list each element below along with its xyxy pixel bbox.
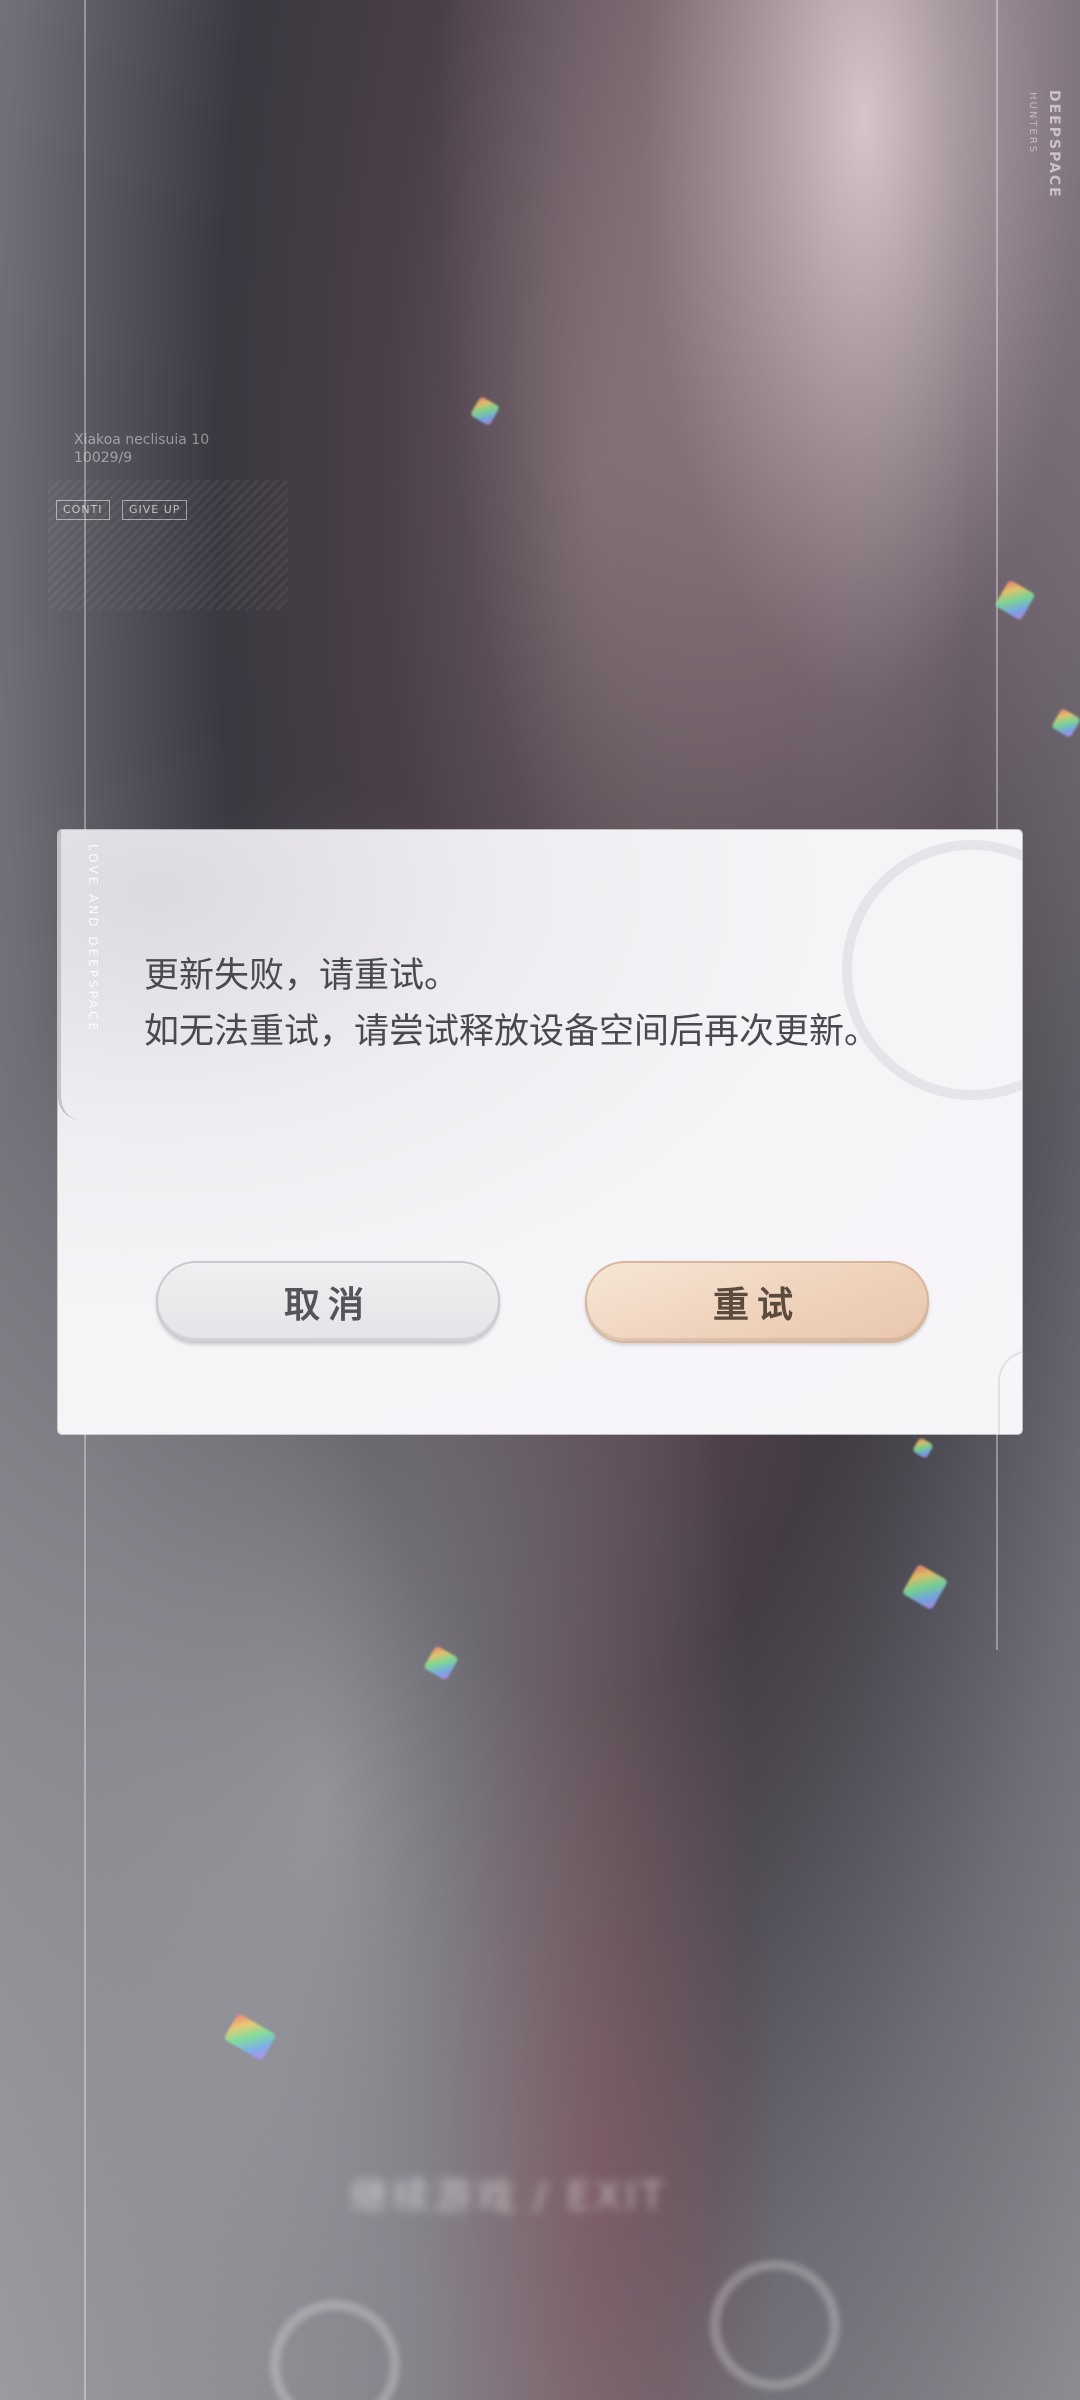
dialog-vertical-deco-text: LOVE AND DEEPSPACE: [86, 844, 100, 1034]
bottom-blurred-text: 继续游戏 / EXIT: [350, 2174, 668, 2218]
dialog-message: 更新失败，请重试。 如无法重试，请尝试释放设备空间后再次更新。: [144, 948, 904, 1060]
dialog-corner-decoration: [58, 830, 81, 1120]
hud-conti-label: CONTI: [56, 500, 110, 520]
hud-id-text: 10029/9: [74, 450, 133, 466]
update-failed-dialog: LOVE AND DEEPSPACE 更新失败，请重试。 如无法重试，请尝试释放…: [58, 830, 1022, 1434]
brand-vertical-text: DEEPSPACE: [1046, 90, 1062, 199]
hud-name-text: Xiakoa neclisuia 10: [74, 432, 210, 448]
screen: DEEPSPACE HUNTERS Xiakoa neclisuia 10 10…: [0, 0, 1080, 2400]
bottom-blurred-icon: [710, 2260, 840, 2390]
message-line-2: 如无法重试，请尝试释放设备空间后再次更新。: [144, 1012, 880, 1052]
brand-vertical-subtext: HUNTERS: [1027, 92, 1038, 155]
message-line-1: 更新失败，请重试。: [144, 956, 460, 996]
cancel-button-label: 取消: [283, 1284, 372, 1326]
hud-giveup-label: GIVE UP: [122, 500, 188, 520]
retry-button-label: 重试: [712, 1284, 801, 1326]
dialog-edge-decoration: [998, 1350, 1022, 1434]
cancel-button[interactable]: 取消: [156, 1261, 500, 1343]
retry-button[interactable]: 重试: [585, 1261, 929, 1343]
